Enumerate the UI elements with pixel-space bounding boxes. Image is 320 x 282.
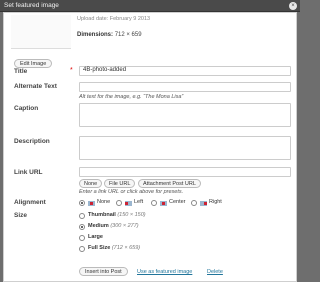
align-center-icon bbox=[160, 201, 167, 206]
align-right-radio[interactable] bbox=[191, 200, 197, 206]
upload-meta: Upload date: February 9 2013 bbox=[77, 16, 151, 22]
align-left-label: Left bbox=[134, 199, 144, 205]
size-full-label: Full Size bbox=[88, 245, 111, 251]
align-right-icon bbox=[200, 201, 207, 206]
size-medium-label: Medium bbox=[88, 223, 109, 229]
alt-text-help: Alt text for the image, e.g. “The Mona L… bbox=[79, 94, 184, 100]
size-full-option: Full Size (712 × 659) bbox=[88, 245, 140, 251]
link-none-button[interactable]: None bbox=[79, 179, 103, 188]
description-label: Description bbox=[14, 138, 50, 145]
title-label: Title bbox=[14, 68, 28, 75]
align-center-label: Center bbox=[169, 199, 186, 205]
delete-link[interactable]: Delete bbox=[207, 269, 223, 275]
link-url-label: Link URL bbox=[14, 169, 43, 176]
link-url-help: Enter a link URL or click above for pres… bbox=[79, 189, 184, 195]
size-medium-option: Medium (300 × 277) bbox=[88, 223, 139, 229]
align-right-label: Right bbox=[209, 199, 222, 205]
align-left-icon bbox=[125, 201, 132, 206]
size-large-option: Large bbox=[88, 234, 103, 240]
caption-label: Caption bbox=[14, 105, 39, 112]
alignment-label: Alignment bbox=[14, 199, 46, 206]
title-input-value: 4B-photo-added bbox=[83, 67, 127, 73]
link-attachment-post-url-button[interactable]: Attachment Post URL bbox=[138, 179, 201, 188]
align-none-label: None bbox=[97, 199, 111, 205]
size-full-dims: (712 × 659) bbox=[111, 245, 141, 251]
size-thumbnail-label: Thumbnail bbox=[88, 212, 116, 218]
align-left-radio[interactable] bbox=[116, 200, 122, 206]
align-none-radio[interactable] bbox=[79, 200, 85, 206]
alt-text-label: Alternate Text bbox=[14, 83, 57, 90]
link-file-url-button[interactable]: File URL bbox=[104, 179, 136, 188]
size-medium-dims: (300 × 277) bbox=[110, 223, 139, 229]
size-large-radio[interactable] bbox=[79, 235, 85, 241]
size-thumbnail-dims: (150 × 150) bbox=[117, 212, 146, 218]
caption-textarea[interactable] bbox=[79, 103, 291, 127]
size-label: Size bbox=[14, 212, 28, 219]
size-thumbnail-radio[interactable] bbox=[79, 213, 85, 219]
edit-image-button[interactable]: Edit Image bbox=[14, 59, 53, 68]
dialog-titlebar: Set featured image × bbox=[0, 0, 300, 12]
close-icon[interactable]: × bbox=[289, 2, 297, 10]
dimensions-value: 712 × 659 bbox=[114, 32, 142, 38]
alt-text-input[interactable] bbox=[79, 82, 291, 92]
use-as-featured-image-link[interactable]: Use as featured image bbox=[137, 269, 192, 275]
description-textarea[interactable] bbox=[79, 136, 291, 160]
insert-into-post-button[interactable]: Insert into Post bbox=[79, 267, 128, 276]
media-panel: Upload date: February 9 2013 Dimensions:… bbox=[3, 12, 297, 282]
align-none-icon bbox=[88, 201, 95, 206]
size-thumbnail-option: Thumbnail (150 × 150) bbox=[88, 212, 146, 218]
size-full-radio[interactable] bbox=[79, 246, 85, 252]
dimensions-label: Dimensions: bbox=[77, 32, 114, 38]
image-thumbnail bbox=[11, 15, 71, 49]
size-medium-radio[interactable] bbox=[79, 224, 85, 230]
link-url-input[interactable] bbox=[79, 167, 291, 177]
align-center-radio[interactable] bbox=[151, 200, 157, 206]
dimensions: Dimensions: 712 × 659 bbox=[77, 32, 142, 38]
required-marker: * bbox=[70, 67, 73, 74]
dialog-title: Set featured image bbox=[4, 2, 59, 9]
size-large-label: Large bbox=[88, 234, 103, 240]
title-input[interactable]: 4B-photo-added bbox=[79, 66, 291, 76]
